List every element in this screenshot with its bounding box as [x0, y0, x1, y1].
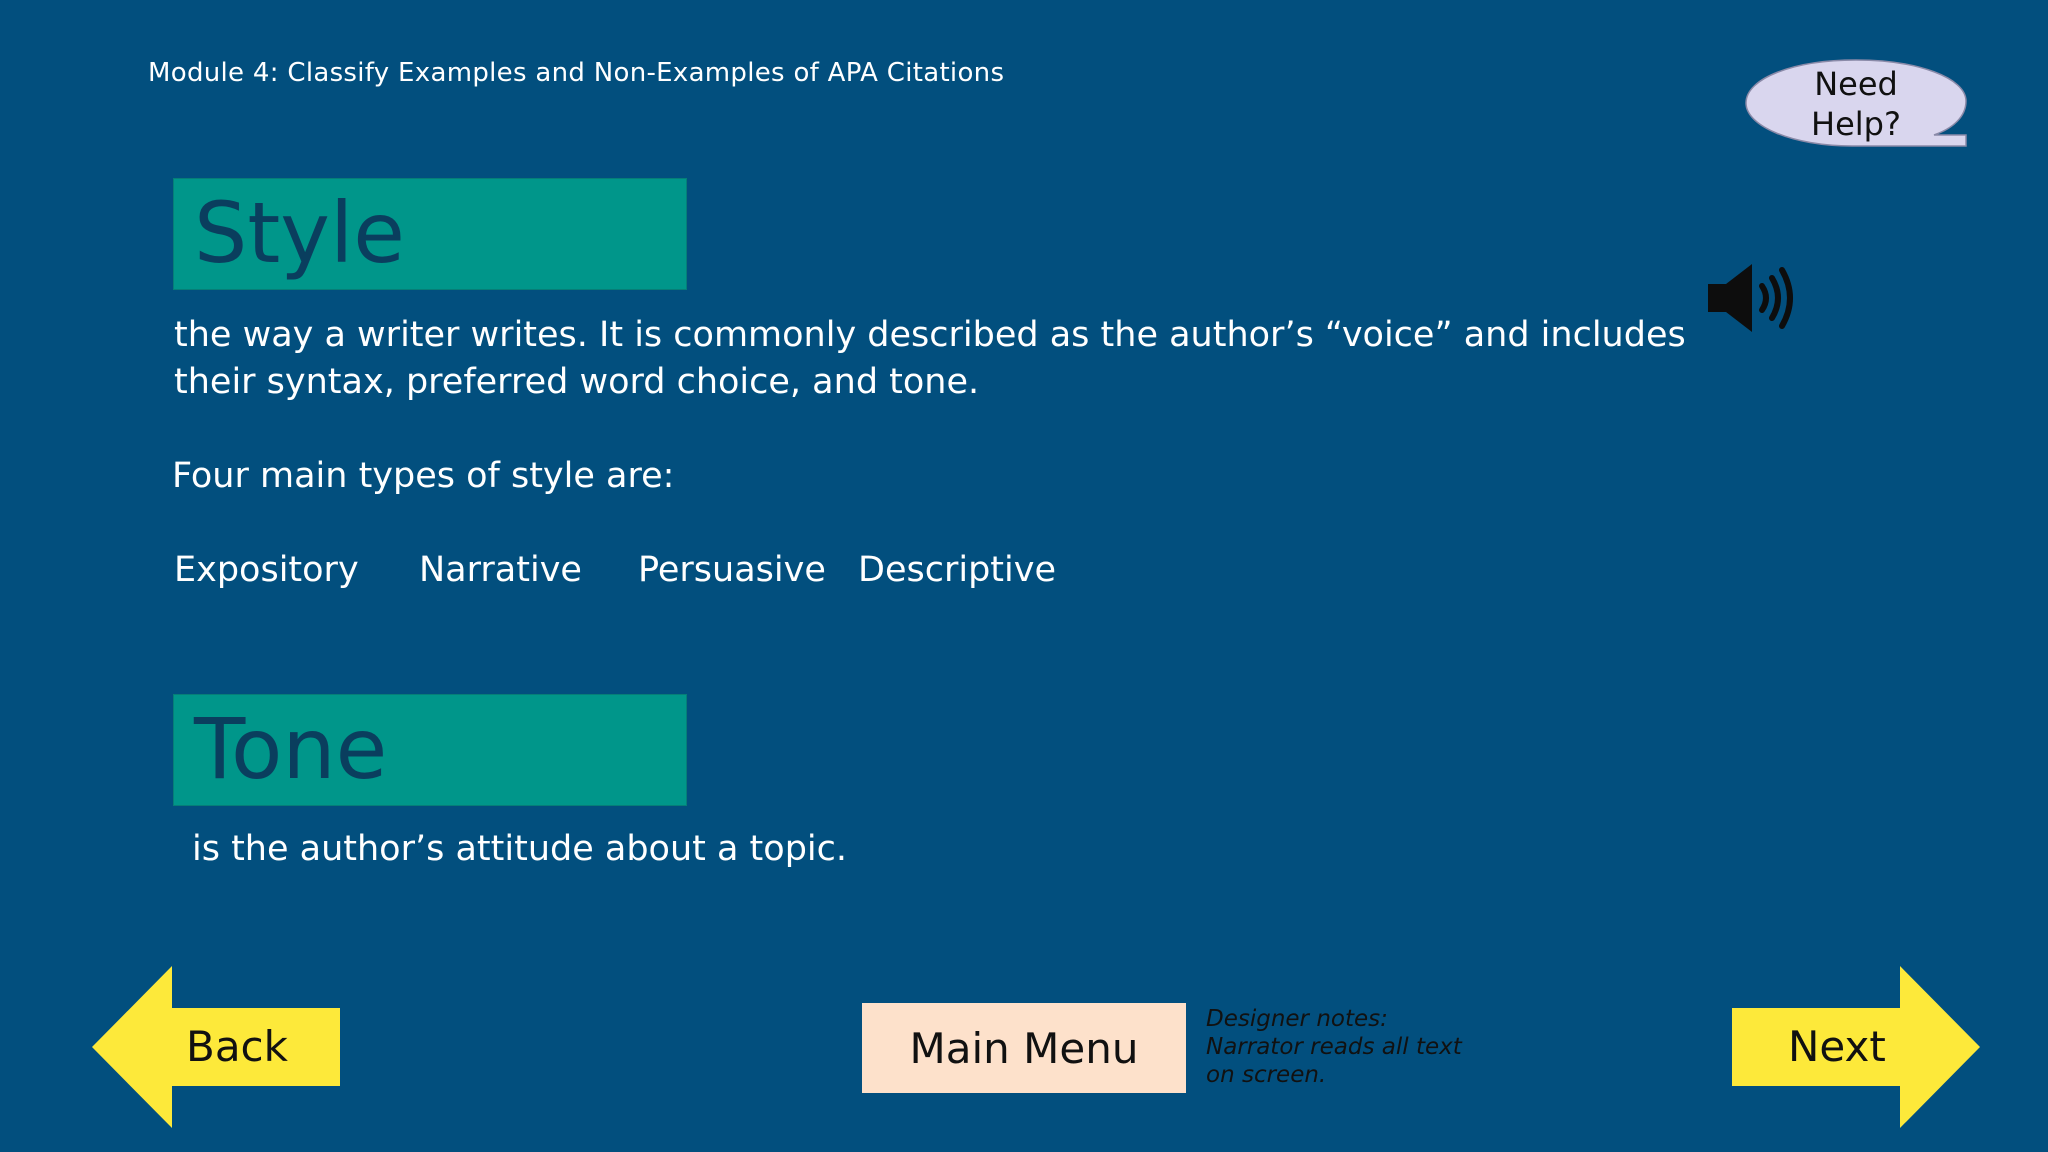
tone-heading: Tone [194, 700, 388, 798]
main-menu-label: Main Menu [909, 1023, 1139, 1073]
style-definition-line-1: the way a writer writes. It is commonly … [174, 315, 1686, 355]
need-help-button[interactable]: Need Help? [1742, 58, 1970, 150]
style-definition-line-2: their syntax, preferred word choice, and… [174, 362, 980, 402]
tone-heading-box: Tone [173, 694, 687, 806]
style-definition: the way a writer writes. It is commonly … [174, 312, 1734, 406]
style-type-persuasive: Persuasive [638, 550, 826, 590]
next-label: Next [1788, 1022, 1886, 1071]
style-type-descriptive: Descriptive [858, 550, 1056, 590]
next-button[interactable]: Next [1730, 966, 1980, 1128]
style-types-intro: Four main types of style are: [172, 456, 675, 496]
tone-definition: is the author’s attitude about a topic. [192, 829, 848, 869]
designer-notes: Designer notes: Narrator reads all text … [1206, 1006, 1462, 1088]
need-help-label: Need Help? [1811, 65, 1901, 143]
style-type-narrative: Narrative [419, 550, 582, 590]
style-heading-box: Style [173, 178, 687, 290]
back-label: Back [186, 1022, 288, 1071]
style-heading: Style [194, 184, 405, 282]
module-title: Module 4: Classify Examples and Non-Exam… [148, 58, 1005, 88]
back-button[interactable]: Back [92, 966, 342, 1128]
main-menu-button[interactable]: Main Menu [862, 1003, 1186, 1093]
style-type-expository: Expository [174, 550, 359, 590]
